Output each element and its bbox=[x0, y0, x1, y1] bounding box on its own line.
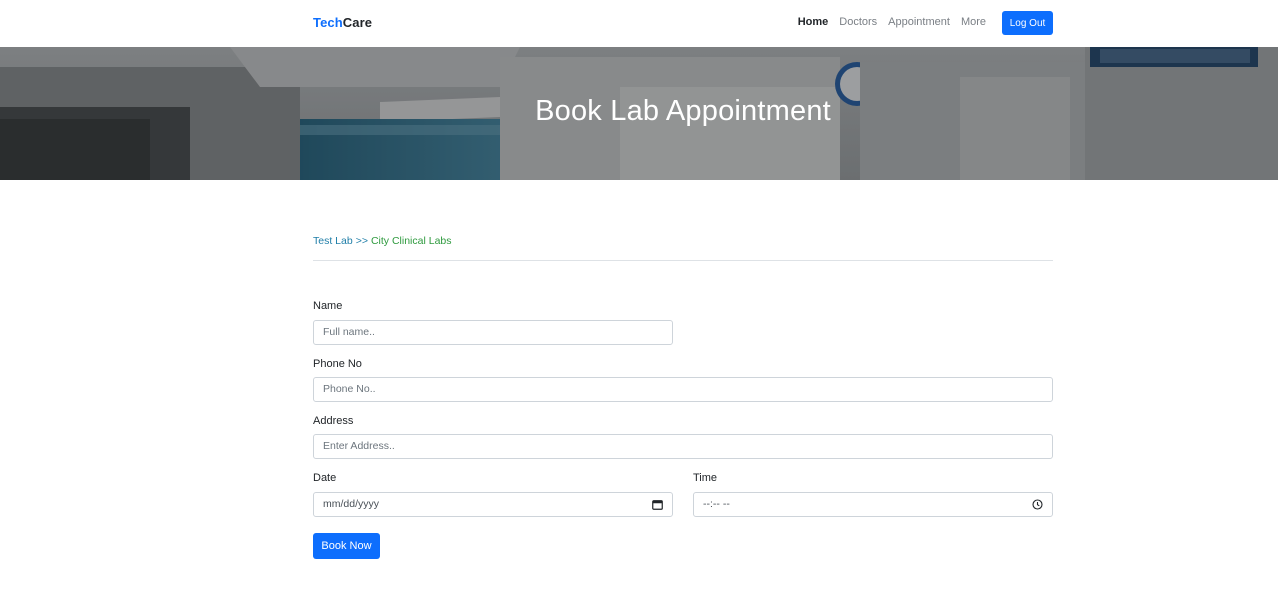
time-label: Time bbox=[693, 472, 718, 484]
clock-icon[interactable] bbox=[1032, 499, 1043, 510]
phone-placeholder: Phone No.. bbox=[323, 383, 376, 395]
nav-item-appointment[interactable]: Appointment bbox=[888, 16, 950, 28]
date-input[interactable]: mm/dd/yyyy bbox=[313, 492, 673, 517]
logout-button[interactable]: Log Out bbox=[1002, 11, 1053, 35]
phone-input[interactable]: Phone No.. bbox=[313, 377, 1053, 402]
address-input[interactable]: Enter Address.. bbox=[313, 434, 1053, 459]
brand-part-tech: Tech bbox=[313, 15, 343, 30]
name-label: Name bbox=[313, 300, 343, 312]
brand-part-care: Care bbox=[342, 15, 373, 30]
name-placeholder: Full name.. bbox=[323, 326, 375, 338]
name-input[interactable]: Full name.. bbox=[313, 320, 673, 345]
breadcrumb-current-lab: City Clinical Labs bbox=[370, 235, 452, 247]
breadcrumb: Test Lab >> City Clinical Labs bbox=[313, 235, 452, 247]
time-placeholder: --:-- -- bbox=[703, 498, 730, 510]
hero-banner: Book Lab Appointment bbox=[0, 47, 1278, 180]
navbar: TechCare Home Doctors Appointment More L… bbox=[0, 0, 1278, 47]
date-placeholder: mm/dd/yyyy bbox=[323, 498, 380, 510]
address-label: Address bbox=[313, 415, 354, 427]
brand-logo[interactable]: TechCare bbox=[313, 15, 372, 30]
phone-label: Phone No bbox=[313, 358, 362, 370]
breadcrumb-separator: >> bbox=[355, 235, 368, 247]
time-input[interactable]: --:-- -- bbox=[693, 492, 1053, 517]
nav-item-doctors[interactable]: Doctors bbox=[839, 16, 877, 28]
nav-item-more[interactable]: More bbox=[961, 16, 986, 28]
address-placeholder: Enter Address.. bbox=[323, 440, 395, 452]
page-title: Book Lab Appointment bbox=[535, 95, 831, 127]
nav-item-home[interactable]: Home bbox=[798, 16, 829, 28]
nav-menu: Home Doctors Appointment More bbox=[798, 16, 986, 28]
divider bbox=[313, 260, 1053, 261]
calendar-icon[interactable] bbox=[652, 499, 663, 510]
book-now-button[interactable]: Book Now bbox=[313, 533, 380, 559]
date-label: Date bbox=[313, 472, 337, 484]
breadcrumb-test-lab[interactable]: Test Lab bbox=[313, 235, 353, 247]
